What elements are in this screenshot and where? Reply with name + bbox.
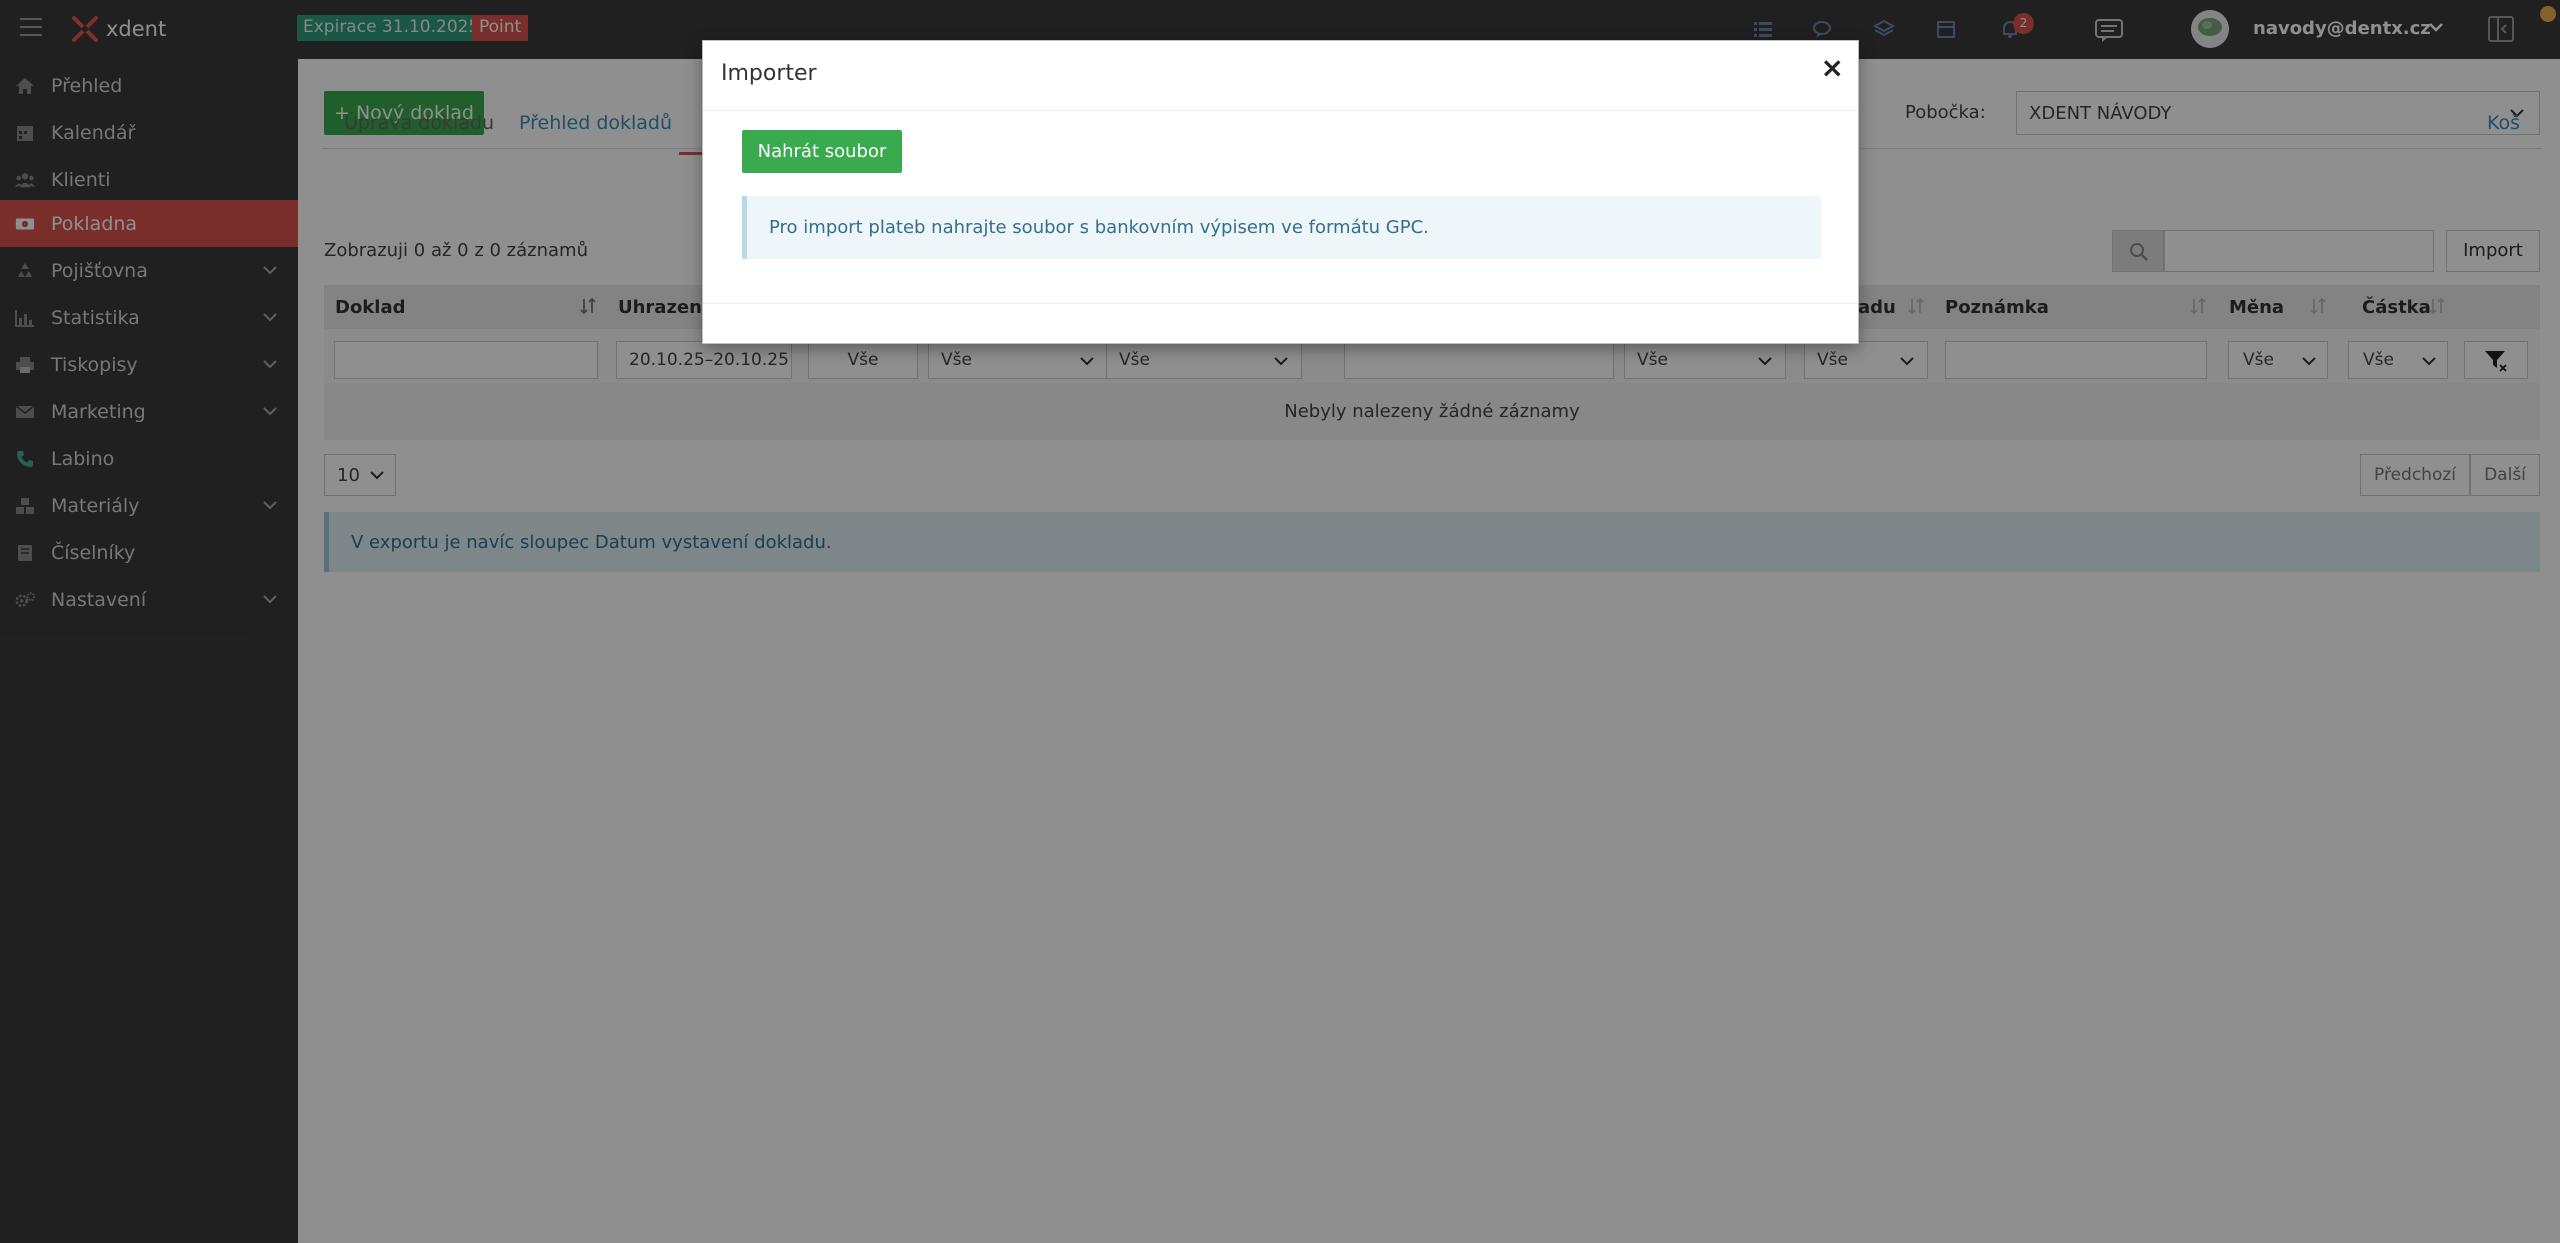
import-info-alert: Pro import plateb nahrajte soubor s bank…: [742, 196, 1821, 259]
modal-title: Importer: [721, 61, 817, 86]
close-icon[interactable]: ×: [1821, 51, 1844, 84]
modal-footer-divider: [703, 303, 1858, 304]
importer-modal: Importer × Nahrát soubor Pro import plat…: [702, 40, 1859, 344]
modal-header-divider: [703, 110, 1858, 111]
upload-file-button[interactable]: Nahrát soubor: [742, 130, 902, 173]
